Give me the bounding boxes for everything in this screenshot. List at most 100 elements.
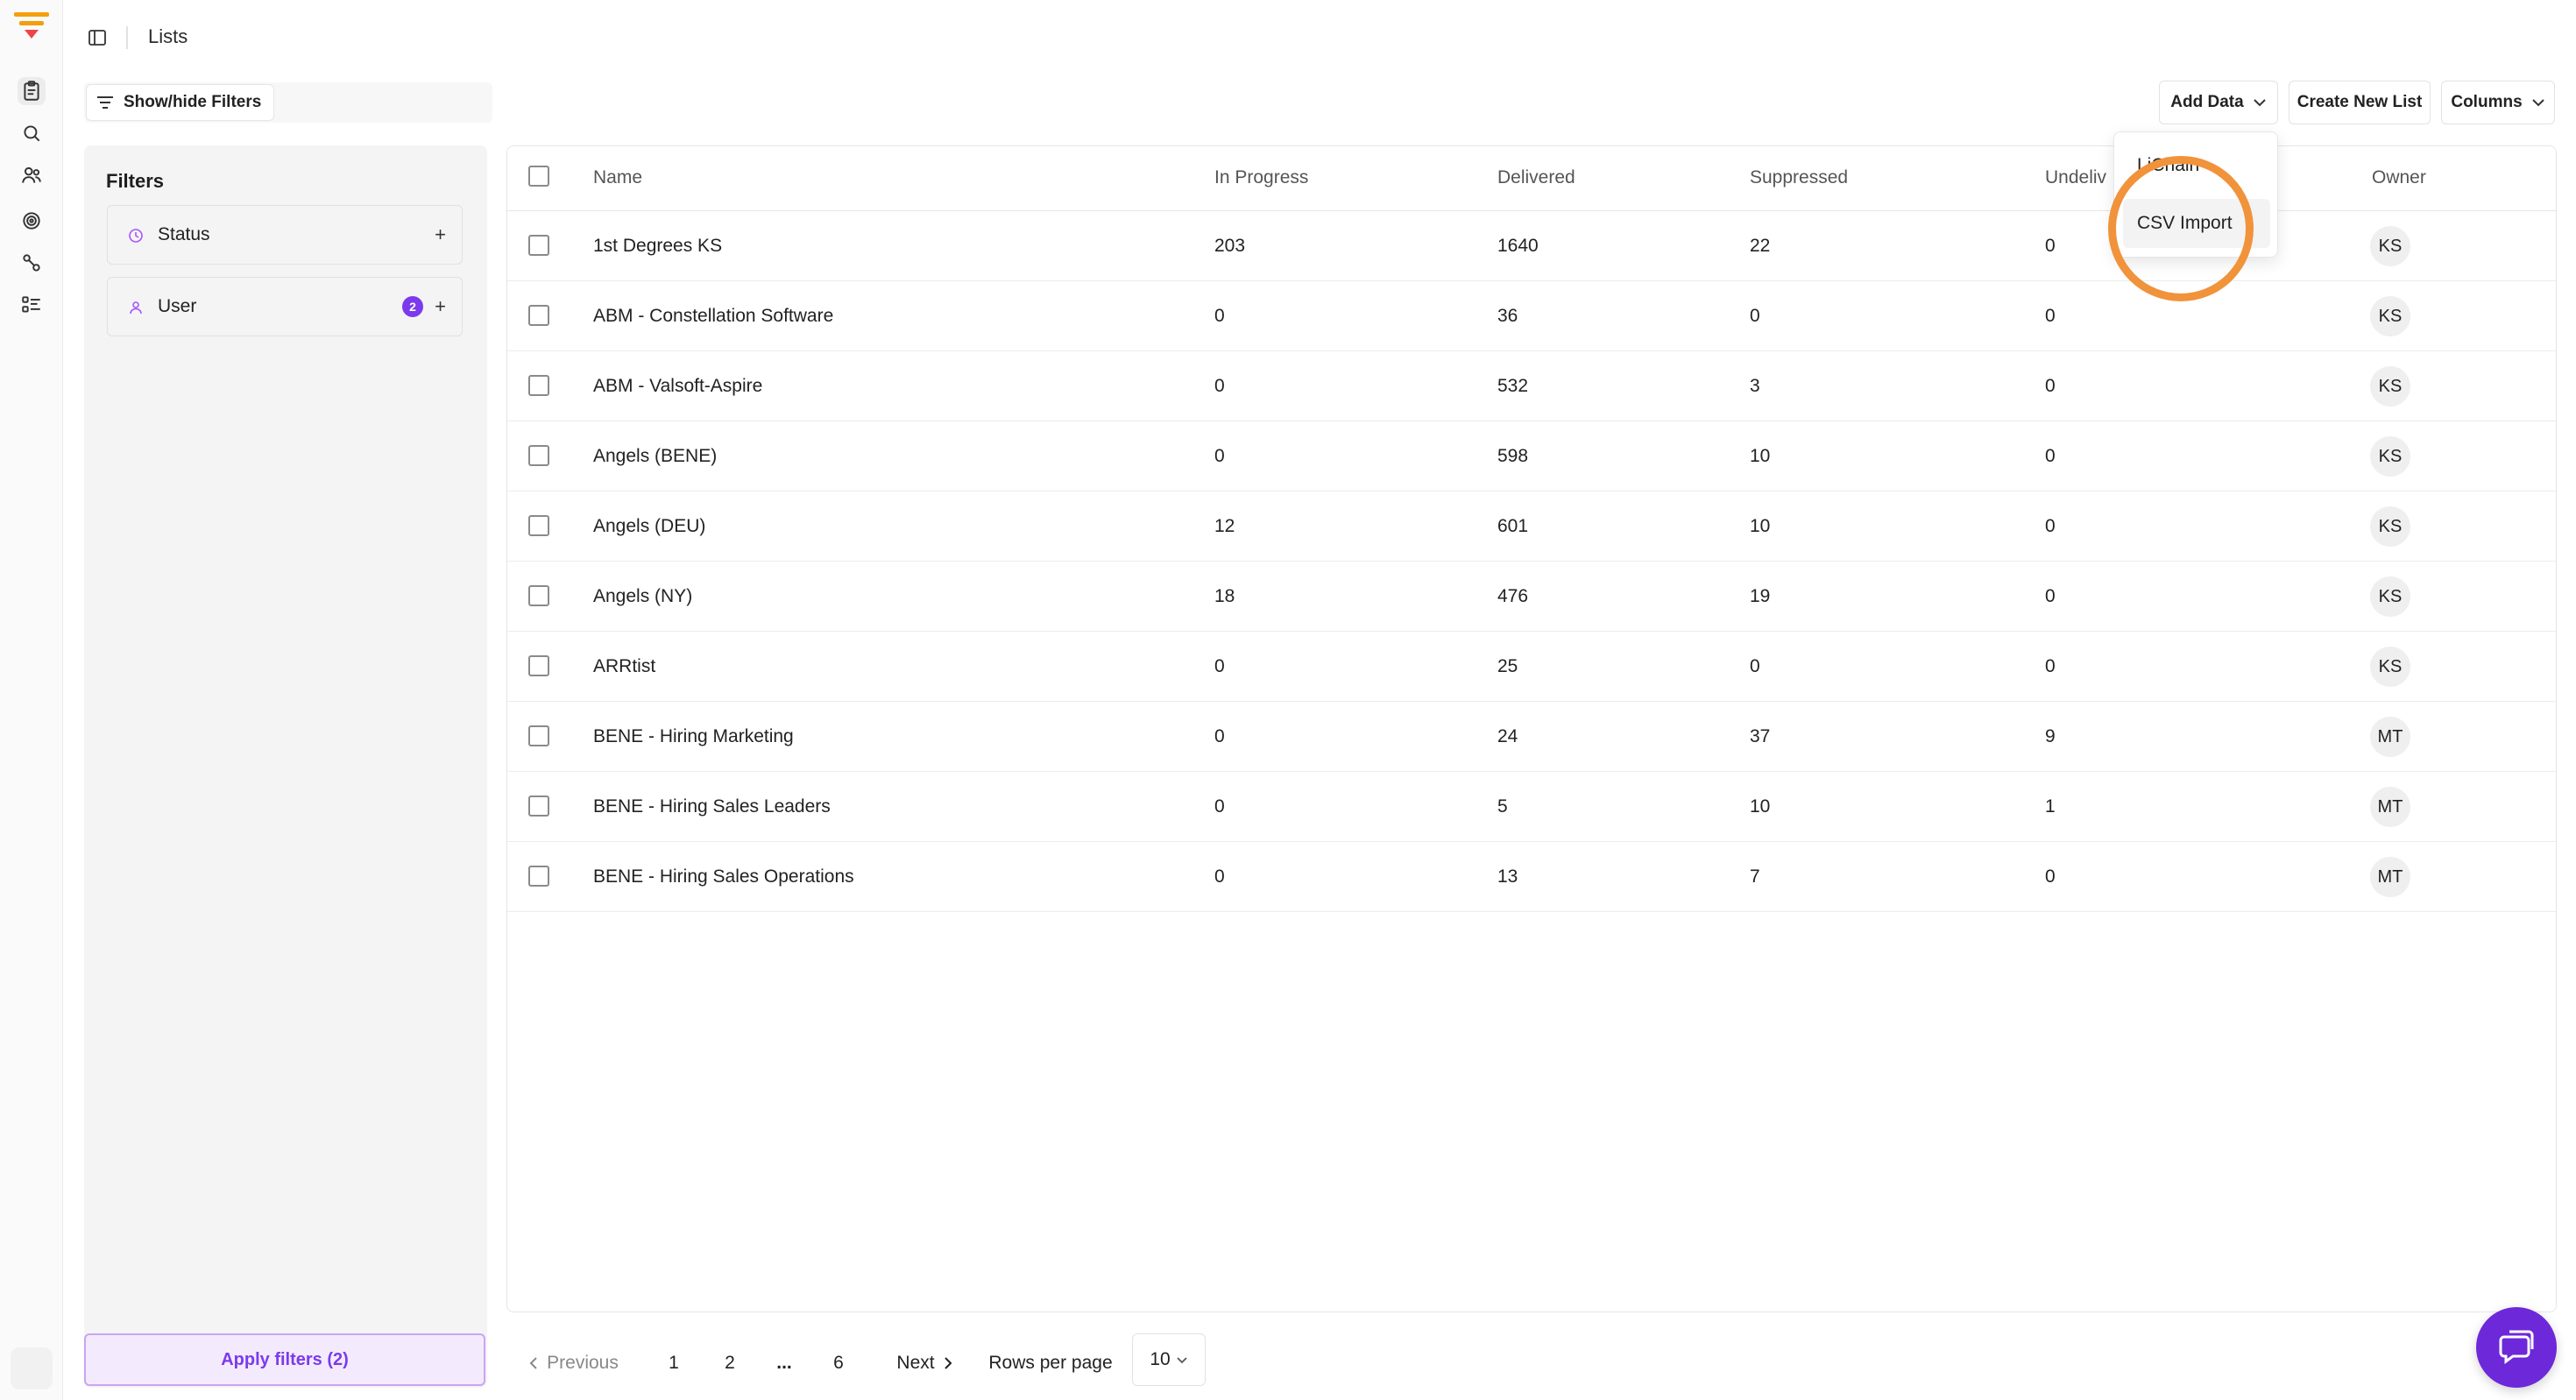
row-delivered: 532	[1497, 376, 1529, 396]
row-suppressed: 3	[1750, 376, 1760, 396]
row-in-progress: 18	[1214, 586, 1235, 606]
column-header-undelivered[interactable]: Undeliv	[2045, 167, 2106, 188]
chat-bubble-icon	[2499, 1330, 2534, 1364]
row-undelivered: 0	[2045, 236, 2056, 256]
columns-button[interactable]: Columns	[2441, 81, 2555, 124]
row-checkbox[interactable]	[528, 866, 549, 887]
user-icon	[130, 301, 142, 315]
owner-avatar: KS	[2370, 436, 2410, 477]
owner-avatar: MT	[2370, 717, 2410, 757]
row-name[interactable]: ABM - Constellation Software	[593, 306, 833, 327]
row-checkbox[interactable]	[528, 305, 549, 326]
owner-avatar: KS	[2370, 647, 2410, 687]
column-header-name[interactable]: Name	[593, 167, 642, 188]
previous-label: Previous	[547, 1353, 619, 1373]
row-suppressed: 7	[1750, 866, 1760, 887]
page-1-button[interactable]: 1	[659, 1340, 689, 1386]
filter-count-badge: 2	[402, 296, 423, 317]
row-name[interactable]: Angels (DEU)	[593, 516, 705, 537]
chevron-right-icon	[944, 1357, 952, 1369]
row-suppressed: 22	[1750, 236, 1771, 256]
table-row[interactable]: ARRtist 0 25 0 0 KS	[507, 632, 2556, 702]
table-row[interactable]: Angels (NY) 18 476 19 0 KS	[507, 562, 2556, 632]
rows-per-page-select[interactable]: 10	[1132, 1333, 1206, 1386]
page-2-button[interactable]: 2	[715, 1340, 745, 1386]
row-in-progress: 0	[1214, 446, 1225, 466]
column-header-in-progress[interactable]: In Progress	[1214, 167, 1308, 188]
row-suppressed: 10	[1750, 516, 1771, 536]
next-page-button[interactable]: Next	[888, 1340, 960, 1386]
search-icon[interactable]	[18, 119, 46, 147]
row-checkbox[interactable]	[528, 445, 549, 466]
toggle-sidebar-icon[interactable]	[84, 25, 110, 51]
table-row[interactable]: BENE - Hiring Sales Leaders 0 5 10 1 MT	[507, 772, 2556, 842]
column-header-suppressed[interactable]: Suppressed	[1750, 167, 1848, 188]
row-checkbox[interactable]	[528, 795, 549, 817]
page-6-button[interactable]: 6	[824, 1340, 853, 1386]
add-filter-icon[interactable]: +	[435, 223, 446, 246]
lists-clipboard-icon[interactable]	[18, 77, 46, 105]
row-checkbox[interactable]	[528, 375, 549, 396]
row-checkbox[interactable]	[528, 725, 549, 746]
workflow-icon[interactable]	[18, 249, 46, 277]
add-filter-icon[interactable]: +	[435, 295, 446, 318]
show-hide-filters-label: Show/hide Filters	[124, 93, 262, 111]
app-logo-icon[interactable]	[12, 11, 51, 46]
clock-icon	[129, 229, 143, 243]
filter-toggle-bar: Show/hide Filters	[84, 82, 492, 123]
row-undelivered: 0	[2045, 516, 2056, 536]
column-header-delivered[interactable]: Delivered	[1497, 167, 1575, 188]
create-new-list-button[interactable]: Create New List	[2289, 81, 2431, 124]
owner-avatar: KS	[2370, 576, 2410, 617]
row-name[interactable]: 1st Degrees KS	[593, 236, 722, 257]
table-row[interactable]: Angels (DEU) 12 601 10 0 KS	[507, 491, 2556, 562]
filter-user[interactable]: User 2 +	[107, 277, 463, 336]
table-row[interactable]: Angels (BENE) 0 598 10 0 KS	[507, 421, 2556, 491]
row-in-progress: 0	[1214, 726, 1225, 746]
row-checkbox[interactable]	[528, 235, 549, 256]
select-all-checkbox[interactable]	[528, 166, 549, 187]
row-in-progress: 0	[1214, 306, 1225, 326]
row-name[interactable]: Angels (BENE)	[593, 446, 717, 467]
row-suppressed: 0	[1750, 306, 1760, 326]
table-row[interactable]: BENE - Hiring Marketing 0 24 37 9 MT	[507, 702, 2556, 772]
target-icon[interactable]	[18, 207, 46, 235]
row-delivered: 601	[1497, 516, 1529, 536]
row-checkbox[interactable]	[528, 655, 549, 676]
owner-avatar: KS	[2370, 226, 2410, 266]
row-delivered: 25	[1497, 656, 1518, 676]
row-undelivered: 0	[2045, 656, 2056, 676]
row-undelivered: 0	[2045, 306, 2056, 326]
row-name[interactable]: Angels (NY)	[593, 586, 692, 607]
people-icon[interactable]	[18, 161, 46, 189]
user-avatar[interactable]	[11, 1347, 53, 1389]
row-name[interactable]: BENE - Hiring Marketing	[593, 726, 794, 747]
row-suppressed: 0	[1750, 656, 1760, 676]
row-checkbox[interactable]	[528, 515, 549, 536]
row-in-progress: 0	[1214, 866, 1225, 887]
filter-status[interactable]: Status +	[107, 205, 463, 265]
table-row[interactable]: ABM - Valsoft-Aspire 0 532 3 0 KS	[507, 351, 2556, 421]
row-delivered: 5	[1497, 796, 1508, 817]
add-data-button[interactable]: Add Data	[2159, 81, 2278, 124]
row-name[interactable]: ABM - Valsoft-Aspire	[593, 376, 762, 397]
row-undelivered: 0	[2045, 446, 2056, 466]
show-hide-filters-button[interactable]: Show/hide Filters	[86, 84, 275, 121]
column-header-owner[interactable]: Owner	[2372, 167, 2426, 188]
row-name[interactable]: ARRtist	[593, 656, 655, 677]
apply-filters-button[interactable]: Apply filters (2)	[84, 1333, 485, 1386]
chevron-down-icon	[2531, 99, 2544, 107]
table-row[interactable]: BENE - Hiring Sales Operations 0 13 7 0 MT	[507, 842, 2556, 912]
tasks-list-icon[interactable]	[18, 291, 46, 319]
row-checkbox[interactable]	[528, 585, 549, 606]
rows-per-page-label: Rows per page	[988, 1353, 1113, 1373]
row-name[interactable]: BENE - Hiring Sales Operations	[593, 866, 854, 887]
row-in-progress: 0	[1214, 796, 1225, 817]
chat-support-button[interactable]	[2476, 1307, 2557, 1388]
previous-page-button[interactable]: Previous	[517, 1340, 631, 1386]
page-ellipsis: ...	[776, 1353, 792, 1373]
filters-panel: Filters Status + User 2 + Apply filters …	[84, 145, 487, 1388]
table-row[interactable]: ABM - Constellation Software 0 36 0 0 KS	[507, 281, 2556, 351]
row-name[interactable]: BENE - Hiring Sales Leaders	[593, 796, 831, 817]
row-in-progress: 203	[1214, 236, 1246, 256]
